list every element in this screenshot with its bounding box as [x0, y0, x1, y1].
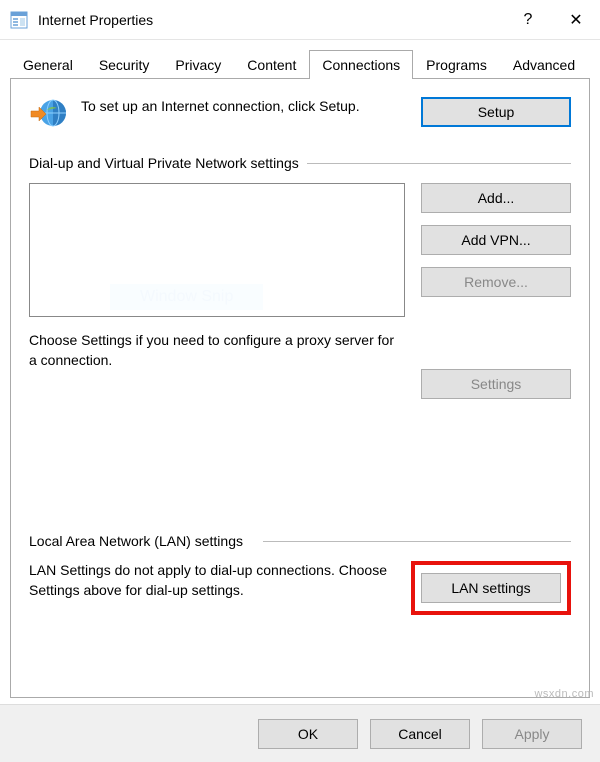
titlebar: Internet Properties ? ✕ — [0, 0, 600, 40]
tab-advanced[interactable]: Advanced — [500, 50, 588, 79]
dialup-group-title: Dial-up and Virtual Private Network sett… — [29, 155, 571, 171]
setup-button[interactable]: Setup — [421, 97, 571, 127]
ok-button[interactable]: OK — [258, 719, 358, 749]
dialup-choose-text: Choose Settings if you need to configure… — [29, 331, 399, 370]
lan-group-title: Local Area Network (LAN) settings — [29, 533, 571, 549]
dialup-settings-button: Settings — [421, 369, 571, 399]
connections-panel: To set up an Internet connection, click … — [10, 78, 590, 698]
tab-general[interactable]: General — [10, 50, 86, 79]
tab-strip: General Security Privacy Content Connect… — [10, 50, 590, 79]
tab-privacy[interactable]: Privacy — [162, 50, 234, 79]
dialup-buttons: Add... Add VPN... Remove... — [421, 183, 571, 317]
lan-highlight: LAN settings — [411, 561, 571, 615]
tab-security[interactable]: Security — [86, 50, 163, 79]
internet-options-icon — [10, 11, 28, 29]
tab-connections[interactable]: Connections — [309, 50, 413, 79]
setup-description: To set up an Internet connection, click … — [81, 97, 407, 116]
window-title: Internet Properties — [38, 12, 504, 28]
globe-arrow-icon — [29, 97, 67, 131]
setup-row: To set up an Internet connection, click … — [29, 97, 571, 131]
remove-button: Remove... — [421, 267, 571, 297]
connections-listbox[interactable]: Window Snip — [29, 183, 405, 317]
tab-content[interactable]: Content — [234, 50, 309, 79]
cancel-button[interactable]: Cancel — [370, 719, 470, 749]
lan-settings-button[interactable]: LAN settings — [421, 573, 561, 603]
apply-button: Apply — [482, 719, 582, 749]
add-button[interactable]: Add... — [421, 183, 571, 213]
add-vpn-button[interactable]: Add VPN... — [421, 225, 571, 255]
lan-section: Local Area Network (LAN) settings LAN Se… — [29, 533, 571, 615]
close-button[interactable]: ✕ — [552, 0, 600, 40]
dialog-footer: OK Cancel Apply — [0, 704, 600, 762]
tab-programs[interactable]: Programs — [413, 50, 500, 79]
ghost-overlay: Window Snip — [110, 284, 263, 310]
lan-description: LAN Settings do not apply to dial-up con… — [29, 561, 395, 600]
watermark: wsxdn.com — [534, 688, 594, 700]
help-button[interactable]: ? — [504, 0, 552, 40]
dialup-row: Window Snip Add... Add VPN... Remove... — [29, 183, 571, 317]
